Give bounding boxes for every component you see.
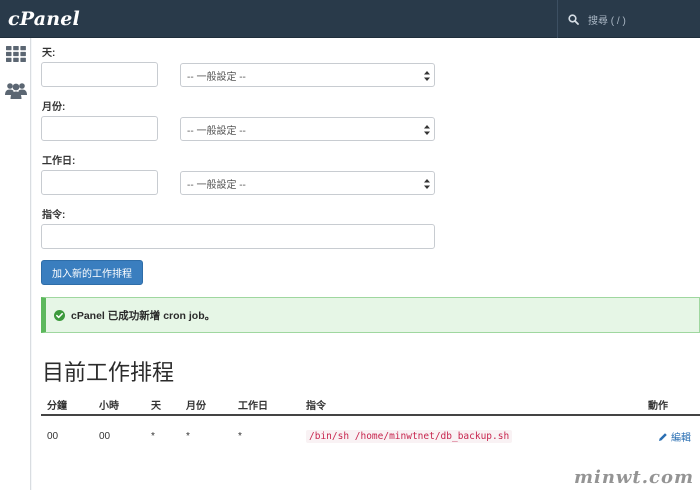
weekday-input[interactable] xyxy=(41,170,158,195)
column-action: 動作 xyxy=(648,401,668,412)
topbar-divider xyxy=(557,0,558,38)
success-alert: cPanel 已成功新增 cron job。 xyxy=(41,297,700,333)
weekday-select[interactable]: -- 一般設定 -- xyxy=(180,171,435,195)
column-hour: 小時 xyxy=(99,401,119,412)
weekday-select-value: -- 一般設定 -- xyxy=(187,179,246,191)
cpanel-logo[interactable]: cPanel xyxy=(8,8,80,30)
column-command: 指令 xyxy=(306,401,326,412)
search-icon[interactable] xyxy=(568,13,579,25)
cell-month: * xyxy=(186,431,190,442)
day-label: 天: xyxy=(42,48,56,59)
weekday-label: 工作日: xyxy=(42,156,76,167)
month-label: 月份: xyxy=(42,102,66,113)
check-circle-icon xyxy=(54,309,65,321)
pencil-icon xyxy=(659,432,667,441)
column-month: 月份 xyxy=(186,401,206,412)
search-input[interactable]: 搜尋 ( / ) xyxy=(588,12,626,27)
day-select[interactable]: -- 一般設定 -- xyxy=(180,63,435,87)
month-input[interactable] xyxy=(41,116,158,141)
add-cron-job-button[interactable]: 加入新的工作排程 xyxy=(41,260,143,285)
command-input[interactable] xyxy=(41,224,435,249)
alert-message: cPanel 已成功新增 cron job。 xyxy=(71,309,216,322)
jobs-table-header: 分鐘 小時 天 月份 工作日 指令 動作 xyxy=(41,394,700,416)
command-label: 指令: xyxy=(42,210,66,221)
cell-command: /bin/sh /home/minwtnet/db_backup.sh xyxy=(306,430,513,443)
current-jobs-title: 目前工作排程 xyxy=(42,360,175,385)
edit-link[interactable]: 編輯 xyxy=(658,429,691,444)
edit-label: 編輯 xyxy=(671,433,691,444)
day-select-value: -- 一般設定 -- xyxy=(187,71,246,83)
command-code: /bin/sh /home/minwtnet/db_backup.sh xyxy=(306,430,513,443)
users-icon[interactable] xyxy=(0,78,31,102)
cell-weekday: * xyxy=(238,431,242,442)
grid-icon[interactable] xyxy=(0,42,31,66)
select-arrows-icon xyxy=(424,179,430,189)
day-input[interactable] xyxy=(41,62,158,87)
table-row: 00 00 * * * /bin/sh /home/minwtnet/db_ba… xyxy=(41,418,700,454)
column-minute: 分鐘 xyxy=(47,401,67,412)
cell-hour: 00 xyxy=(99,431,111,442)
main-content: 天: -- 一般設定 -- 月份: -- 一般設定 -- 工作日: -- 一般設… xyxy=(32,38,700,490)
month-select[interactable]: -- 一般設定 -- xyxy=(180,117,435,141)
search-area[interactable]: 搜尋 ( / ) xyxy=(568,10,688,28)
select-arrows-icon xyxy=(424,125,430,135)
cell-day: * xyxy=(151,431,155,442)
month-select-value: -- 一般設定 -- xyxy=(187,125,246,137)
cell-minute: 00 xyxy=(47,431,59,442)
sidebar xyxy=(0,38,31,490)
top-bar: cPanel 搜尋 ( / ) xyxy=(0,0,700,38)
select-arrows-icon xyxy=(424,71,430,81)
column-weekday: 工作日 xyxy=(238,401,268,412)
column-day: 天 xyxy=(151,401,161,412)
watermark: minwt.com xyxy=(573,467,694,488)
